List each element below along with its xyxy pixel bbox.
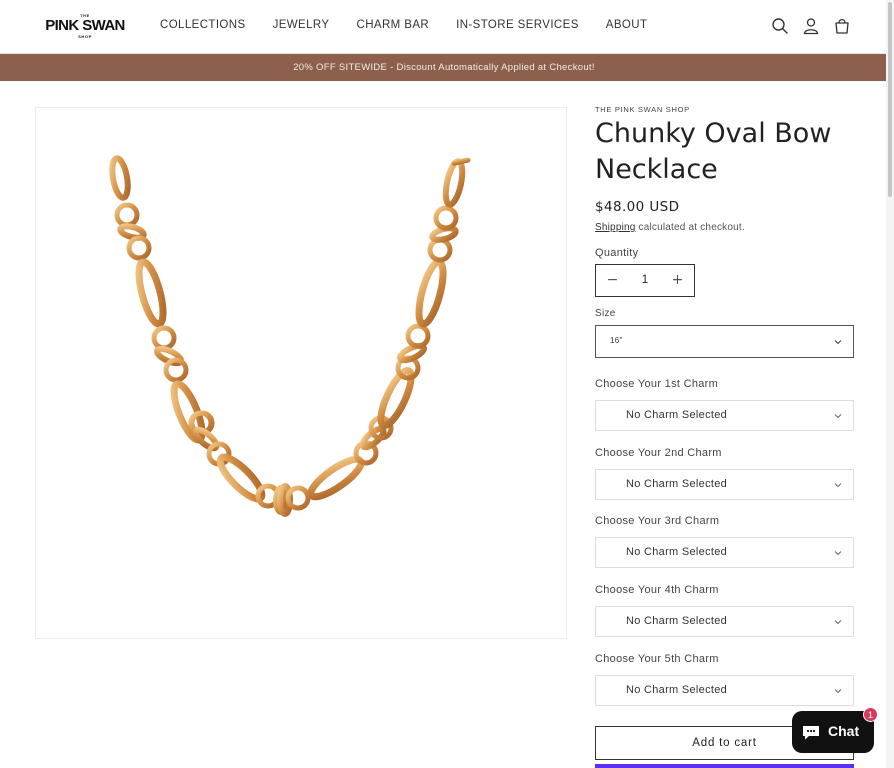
charm-5-select[interactable]: No Charm Selected <box>595 675 854 706</box>
charm-2-value: No Charm Selected <box>626 478 728 490</box>
shipping-link[interactable]: Shipping <box>595 222 636 233</box>
buy-now-button[interactable] <box>595 764 854 768</box>
charm-4-select[interactable]: No Charm Selected <box>595 606 854 637</box>
quantity-decrease-button[interactable]: − <box>596 265 629 296</box>
cart-icon[interactable] <box>832 16 852 36</box>
logo-main-text: PINK SWAN <box>45 17 125 34</box>
product-image[interactable] <box>35 107 567 639</box>
chat-label: Chat <box>828 723 860 739</box>
necklace-illustration <box>109 155 471 517</box>
nav-jewelry[interactable]: JEWELRY <box>273 19 330 31</box>
nav-about[interactable]: ABOUT <box>606 19 648 31</box>
site-header: THE PINK SWAN SHOP COLLECTIONS JEWELRY C… <box>0 0 886 54</box>
chevron-down-icon <box>833 686 843 696</box>
charm-4-label: Choose Your 4th Charm <box>595 584 719 596</box>
nav-collections[interactable]: COLLECTIONS <box>160 19 246 31</box>
quantity-stepper: − 1 + <box>595 264 695 297</box>
nav-in-store-services[interactable]: IN-STORE SERVICES <box>456 19 579 31</box>
chevron-down-icon <box>833 480 843 490</box>
size-select-value: 16" <box>610 336 623 345</box>
charm-2-select[interactable]: No Charm Selected <box>595 469 854 500</box>
logo-bottom-text: SHOP <box>78 34 92 39</box>
charm-3-label: Choose Your 3rd Charm <box>595 515 720 527</box>
scrollbar-thumb[interactable] <box>888 2 892 197</box>
product-title: Chunky Oval Bow Necklace <box>595 118 832 185</box>
charm-5-value: No Charm Selected <box>626 684 728 696</box>
chat-notification-badge: 1 <box>863 707 878 722</box>
account-icon[interactable] <box>801 16 821 36</box>
size-label: Size <box>595 308 616 319</box>
chat-button[interactable]: Chat <box>792 711 874 753</box>
chevron-down-icon <box>833 337 843 347</box>
announcement-bar: 20% OFF SITEWIDE - Discount Automaticall… <box>0 54 888 81</box>
chat-bubble-icon <box>801 724 821 741</box>
search-icon[interactable] <box>770 16 790 36</box>
nav-charm-bar[interactable]: CHARM BAR <box>356 19 429 31</box>
quantity-increase-button[interactable]: + <box>661 265 694 296</box>
charm-4-value: No Charm Selected <box>626 615 728 627</box>
site-logo[interactable]: THE PINK SWAN SHOP <box>44 13 126 41</box>
product-price: $48.00 USD <box>595 199 680 215</box>
size-select[interactable]: 16" <box>595 325 854 358</box>
charm-3-select[interactable]: No Charm Selected <box>595 537 854 568</box>
shipping-text: calculated at checkout. <box>635 222 745 233</box>
chevron-down-icon <box>833 411 843 421</box>
main-nav: COLLECTIONS JEWELRY CHARM BAR IN-STORE S… <box>160 19 674 31</box>
quantity-input[interactable]: 1 <box>629 265 661 296</box>
charm-5-label: Choose Your 5th Charm <box>595 653 719 665</box>
chevron-down-icon <box>833 548 843 558</box>
product-vendor: THE PINK SWAN SHOP <box>595 105 690 114</box>
charm-1-select[interactable]: No Charm Selected <box>595 400 854 431</box>
quantity-label: Quantity <box>595 247 639 259</box>
charm-3-value: No Charm Selected <box>626 546 728 558</box>
chevron-down-icon <box>833 617 843 627</box>
shipping-note: Shipping calculated at checkout. <box>595 222 745 233</box>
charm-1-label: Choose Your 1st Charm <box>595 378 719 390</box>
charm-1-value: No Charm Selected <box>626 409 728 421</box>
charm-2-label: Choose Your 2nd Charm <box>595 447 722 459</box>
